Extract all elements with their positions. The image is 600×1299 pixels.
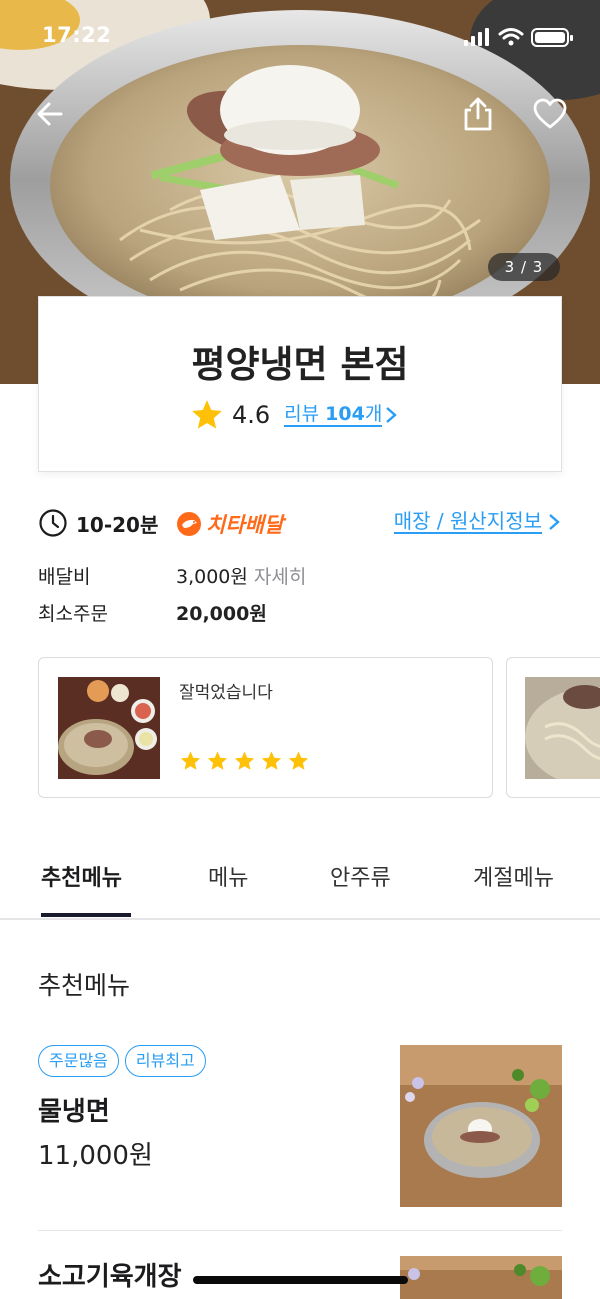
status-bar: 17:22 — [0, 0, 600, 70]
status-time: 17:22 — [42, 23, 112, 47]
origin-info-link[interactable]: 매장 / 원산지정보 — [393, 509, 562, 534]
heart-icon — [533, 98, 567, 129]
share-icon — [464, 97, 492, 131]
store-link-text: 매장 — [393, 509, 431, 533]
rating-row: 4.6 리뷰 104개 — [190, 396, 398, 434]
status-icons — [464, 28, 573, 47]
menu-item-name: 소고기육개장 — [38, 1262, 182, 1292]
chevron-right-icon — [386, 407, 398, 423]
delivery-time-text: 10-20분 — [76, 512, 159, 537]
delivery-fee-row: 배달비 3,000원 자세히 — [38, 561, 306, 589]
chevron-right-icon — [549, 514, 560, 530]
review-count: 104 — [325, 403, 365, 425]
back-button[interactable] — [28, 92, 72, 136]
delivery-fee-label: 배달비 — [38, 565, 91, 588]
delivery-fee-value: 3,000원 — [176, 565, 248, 588]
review-stars — [179, 750, 310, 772]
home-indicator — [193, 1276, 408, 1284]
menu-item-name: 물냉면 — [38, 1097, 110, 1127]
share-button[interactable] — [456, 92, 500, 136]
link-separator: / — [430, 509, 450, 533]
review-text: 잘먹었습니다 — [179, 683, 273, 703]
rating-value: 4.6 — [232, 401, 271, 429]
clock-icon — [39, 509, 67, 537]
fee-detail-link[interactable]: 자세히 — [254, 562, 306, 589]
store-name: 평양냉면 본점 — [191, 343, 409, 386]
badge-popular: 주문많음 — [38, 1045, 119, 1077]
star-icon — [261, 751, 282, 770]
menu-tabs: 추천메뉴 메뉴 안주류 계절메뉴 — [0, 852, 600, 920]
menu-badges: 주문많음 리뷰최고 — [38, 1045, 212, 1077]
star-icon — [234, 751, 255, 770]
star-icon — [192, 400, 222, 429]
review-link-prefix: 리뷰 — [284, 403, 326, 425]
tab-menu[interactable]: 메뉴 — [208, 860, 248, 892]
back-arrow-icon — [37, 102, 63, 126]
battery-icon — [531, 28, 573, 47]
cheetah-delivery-badge: 치타배달 — [176, 509, 283, 539]
active-tab-indicator — [41, 913, 131, 917]
yukgaejang-photo — [400, 1256, 562, 1299]
star-icon — [288, 751, 309, 770]
menu-item-thumbnail — [400, 1256, 562, 1299]
cheetah-logo-icon — [177, 512, 201, 536]
star-icon — [207, 751, 228, 770]
min-order-label: 최소주문 — [38, 602, 108, 625]
tab-seasonal[interactable]: 계절메뉴 — [473, 860, 554, 892]
review-count-link[interactable]: 리뷰 104개 — [284, 403, 383, 427]
delivery-info-row: 10-20분 치타배달 매장 / 원산지정보 — [38, 506, 562, 542]
review-photo — [525, 677, 600, 779]
review-photo — [58, 677, 160, 779]
favorite-button[interactable] — [528, 92, 572, 136]
cheetah-delivery-text: 치타배달 — [206, 513, 284, 537]
star-icon — [180, 751, 201, 770]
menu-item[interactable]: 주문많음 리뷰최고 물냉면 11,000원 — [0, 1045, 600, 1215]
menu-item-thumbnail — [400, 1045, 562, 1207]
delivery-time: 10-20분 — [38, 508, 158, 538]
min-order-value: 20,000원 — [176, 602, 267, 625]
tab-recommended[interactable]: 추천메뉴 — [41, 860, 122, 892]
review-link-suffix: 개 — [364, 403, 383, 425]
menu-item-price: 11,000원 — [38, 1141, 153, 1171]
origin-link-text: 원산지정보 — [450, 509, 542, 533]
mulnaengmyeon-photo — [400, 1045, 562, 1207]
photo-counter: 3 / 3 — [488, 253, 560, 281]
wifi-icon — [498, 28, 524, 40]
review-card[interactable]: 잘먹었습니다 — [38, 657, 493, 798]
tab-side-dishes[interactable]: 안주류 — [330, 860, 391, 892]
review-card[interactable] — [506, 657, 600, 798]
section-title: 추천메뉴 — [38, 971, 131, 1000]
min-order-row: 최소주문 20,000원 — [38, 598, 267, 626]
badge-top-review: 리뷰최고 — [124, 1045, 206, 1077]
signal-icon — [464, 28, 489, 46]
menu-divider — [38, 1230, 562, 1231]
